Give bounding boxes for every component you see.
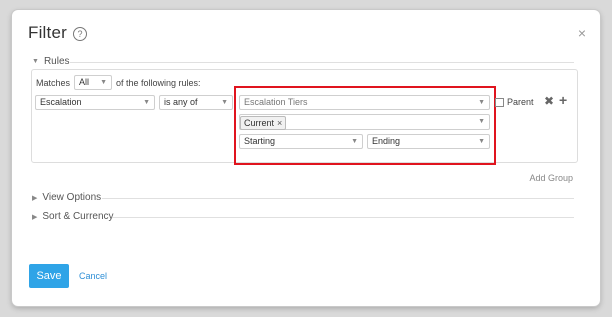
- close-icon[interactable]: ×: [578, 25, 586, 41]
- expand-triangle-icon: ▶: [32, 194, 38, 202]
- parent-checkbox[interactable]: [495, 97, 504, 107]
- matches-select[interactable]: All ▼: [74, 75, 113, 90]
- divider: [102, 198, 574, 199]
- add-group-link[interactable]: Add Group: [529, 173, 573, 183]
- view-options-label: View Options: [42, 192, 102, 203]
- cancel-link[interactable]: Cancel: [79, 271, 107, 281]
- rules-section-header[interactable]: ▼ Rules: [32, 56, 70, 67]
- matches-row: Matches All ▼ of the following rules:: [36, 75, 201, 90]
- divider: [112, 217, 574, 218]
- collapse-triangle-icon: ▼: [32, 58, 39, 65]
- expand-triangle-icon: ▶: [32, 213, 38, 221]
- sort-currency-section-header[interactable]: ▶ Sort & Currency: [32, 211, 114, 222]
- remove-rule-icon[interactable]: ✖: [544, 94, 554, 108]
- highlight-box: [234, 86, 496, 165]
- parent-label: Parent: [507, 97, 534, 107]
- rule-field-select[interactable]: Escalation ▼: [35, 95, 155, 110]
- filter-dialog: Filter ? × ▼ Rules Matches All ▼ of the …: [12, 10, 600, 306]
- view-options-section-header[interactable]: ▶ View Options: [32, 192, 101, 203]
- add-rule-icon[interactable]: +: [559, 92, 567, 108]
- rule-operator-select[interactable]: is any of ▼: [159, 95, 233, 110]
- rules-section-label: Rules: [43, 56, 70, 67]
- chevron-down-icon: ▼: [100, 79, 108, 86]
- matches-label: Matches: [36, 77, 71, 88]
- chevron-down-icon: ▼: [221, 99, 228, 106]
- save-button[interactable]: Save: [29, 264, 69, 288]
- divider: [70, 62, 574, 63]
- chevron-down-icon: ▼: [143, 99, 150, 106]
- help-icon[interactable]: ?: [73, 27, 87, 41]
- dialog-title: Filter: [28, 23, 67, 42]
- parent-toggle[interactable]: Parent: [495, 97, 534, 107]
- matches-suffix: of the following rules:: [116, 77, 201, 88]
- sort-currency-label: Sort & Currency: [42, 211, 114, 222]
